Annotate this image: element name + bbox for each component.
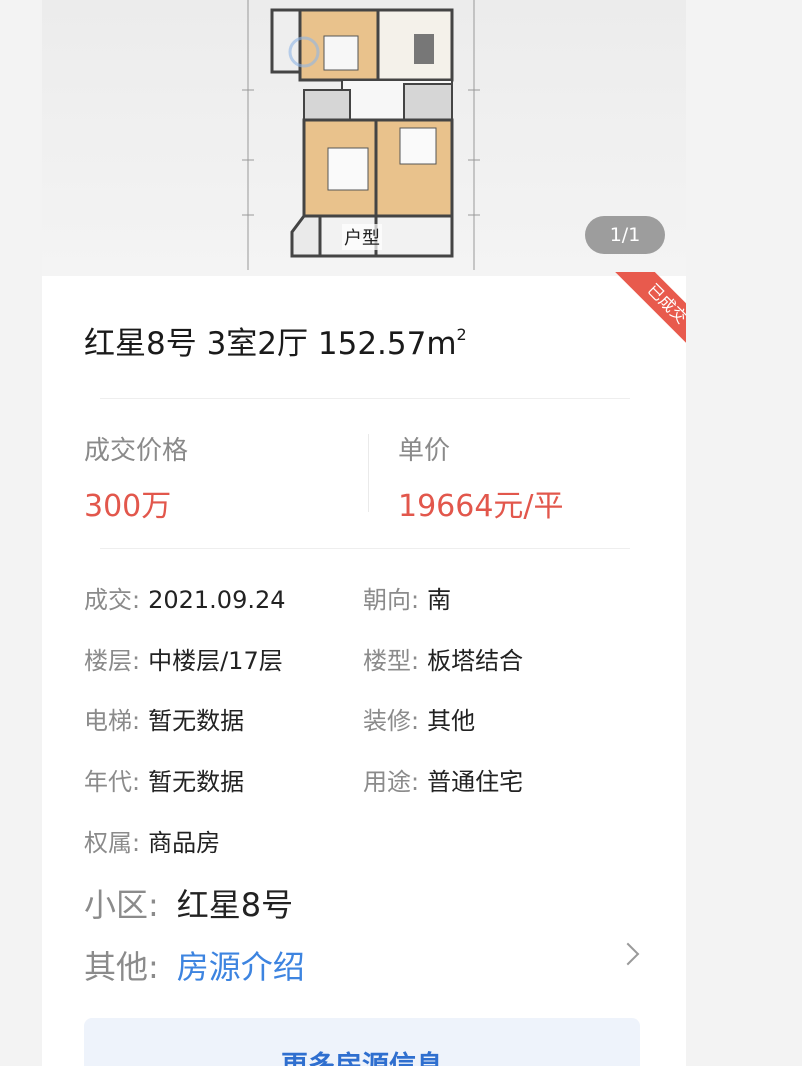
- detail-value: 商品房: [148, 829, 221, 857]
- detail-usage: 用途: 普通住宅: [363, 762, 523, 797]
- deal-price-block: 成交价格 300万: [84, 430, 188, 525]
- detail-ownership: 权属: 商品房: [84, 823, 220, 858]
- detail-label: 楼层:: [84, 647, 141, 675]
- detail-value: 板塔结合: [427, 647, 524, 675]
- divider: [100, 548, 630, 549]
- detail-label: 年代:: [84, 768, 141, 796]
- other-row[interactable]: 其他: 房源介绍: [84, 942, 305, 988]
- floor-plan-caption: 户型: [342, 224, 382, 250]
- detail-label: 电梯:: [84, 707, 141, 735]
- detail-value: 南: [427, 586, 452, 614]
- unit-price-value: 19664元/平: [398, 489, 564, 524]
- community-row: 小区: 红星8号: [84, 880, 293, 926]
- sold-badge-label: 已成交: [611, 272, 686, 352]
- chevron-right-icon[interactable]: [616, 942, 640, 966]
- title-superscript: 2: [456, 325, 467, 344]
- detail-label: 成交:: [84, 586, 141, 614]
- detail-building-type: 楼型: 板塔结合: [363, 641, 523, 676]
- detail-value: 暂无数据: [148, 707, 245, 735]
- price-separator: [368, 434, 369, 512]
- floor-plan-image[interactable]: 户型 1/1: [42, 0, 686, 276]
- detail-value: 中楼层/17层: [148, 647, 283, 675]
- unit-price-block: 单价 19664元/平: [398, 430, 564, 525]
- listing-page: 户型 1/1 已成交 红星8号 3室2厅 152.57m2 成交价格 300万 …: [42, 0, 686, 1066]
- detail-value: 暂无数据: [148, 768, 245, 796]
- detail-value: 普通住宅: [427, 768, 524, 796]
- detail-value: 2021.09.24: [148, 586, 286, 614]
- detail-decoration: 装修: 其他: [363, 701, 475, 736]
- detail-deal-date: 成交: 2021.09.24: [84, 580, 286, 615]
- detail-label: 权属:: [84, 829, 141, 857]
- divider: [100, 398, 630, 399]
- detail-orientation: 朝向: 南: [363, 580, 451, 615]
- other-label: 其他:: [84, 948, 159, 986]
- detail-label: 装修:: [363, 707, 420, 735]
- more-listing-info-button[interactable]: 更多房源信息: [84, 1018, 640, 1066]
- deal-price-value: 300万: [84, 489, 172, 524]
- deal-price-label: 成交价格: [84, 436, 189, 466]
- detail-label: 朝向:: [363, 586, 420, 614]
- detail-value: 其他: [427, 707, 476, 735]
- detail-floor: 楼层: 中楼层/17层: [84, 641, 283, 676]
- detail-label: 用途:: [363, 768, 420, 796]
- detail-year: 年代: 暂无数据: [84, 762, 244, 797]
- listing-title-text: 红星8号 3室2厅 152.57m: [84, 326, 457, 362]
- unit-price-label: 单价: [398, 436, 451, 466]
- image-counter: 1/1: [585, 216, 665, 254]
- sold-badge: 已成交: [606, 272, 686, 352]
- more-listing-info-label: 更多房源信息: [84, 1018, 640, 1066]
- detail-label: 楼型:: [363, 647, 420, 675]
- detail-elevator: 电梯: 暂无数据: [84, 701, 244, 736]
- community-label: 小区:: [84, 886, 159, 924]
- community-value: 红星8号: [176, 886, 294, 924]
- listing-title: 红星8号 3室2厅 152.57m2: [84, 318, 467, 363]
- listing-intro-link[interactable]: 房源介绍: [177, 948, 305, 986]
